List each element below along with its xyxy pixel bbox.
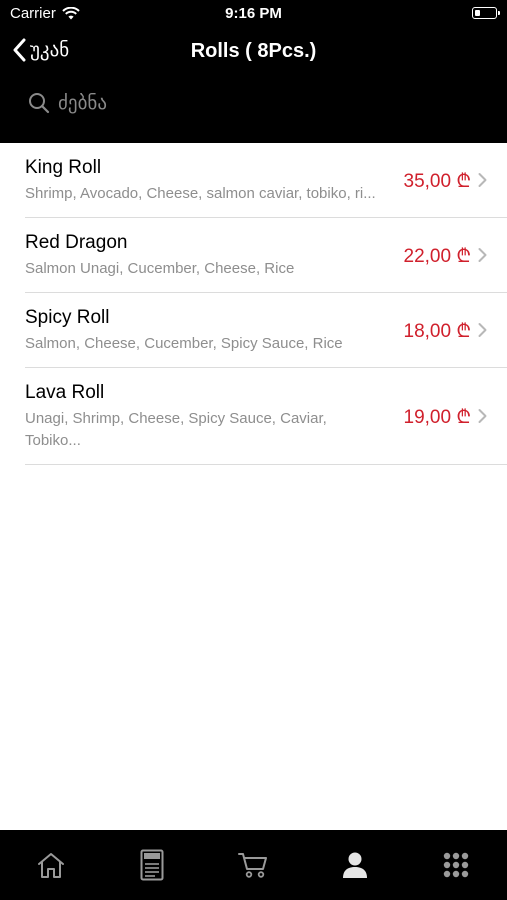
search-input[interactable]: ძებნა xyxy=(28,88,107,118)
item-price: 19,00 ₾ xyxy=(403,407,471,428)
list-item[interactable]: Red Dragon Salmon Unagi, Cucember, Chees… xyxy=(25,218,507,293)
item-price: 22,00 ₾ xyxy=(403,246,471,267)
cart-icon xyxy=(238,853,268,878)
search-placeholder: ძებნა xyxy=(58,92,107,114)
item-description: Shrimp, Avocado, Cheese, salmon caviar, … xyxy=(25,185,376,202)
tab-home[interactable] xyxy=(21,835,81,895)
item-price: 18,00 ₾ xyxy=(403,321,471,342)
list-item[interactable]: Lava Roll Unagi, Shrimp, Cheese, Spicy S… xyxy=(25,368,507,465)
tab-more[interactable] xyxy=(426,835,486,895)
status-bar: Carrier 9:16 PM xyxy=(0,0,507,30)
chevron-right-icon xyxy=(478,173,487,187)
list-item[interactable]: Spicy Roll Salmon, Cheese, Cucember, Spi… xyxy=(25,293,507,368)
chevron-right-icon xyxy=(478,323,487,337)
list-item[interactable]: King Roll Shrimp, Avocado, Cheese, salmo… xyxy=(25,143,507,218)
item-name: Lava Roll xyxy=(25,382,105,403)
grid-icon xyxy=(444,852,469,878)
item-description: Unagi, Shrimp, Cheese, Spicy Sauce, Cavi… xyxy=(25,410,327,449)
profile-icon xyxy=(342,852,367,878)
menu-list: King Roll Shrimp, Avocado, Cheese, salmo… xyxy=(0,143,507,465)
item-description: Salmon Unagi, Cucember, Cheese, Rice xyxy=(25,260,295,277)
tab-profile[interactable] xyxy=(325,835,385,895)
tab-cart[interactable] xyxy=(223,835,283,895)
tab-menu[interactable] xyxy=(122,835,182,895)
nav-bar: უკან Rolls ( 8Pcs.) xyxy=(0,34,507,72)
item-price: 35,00 ₾ xyxy=(403,171,471,192)
chevron-right-icon xyxy=(478,409,487,423)
home-icon xyxy=(37,853,64,878)
status-time: 9:16 PM xyxy=(225,5,282,22)
item-description: Salmon, Cheese, Cucember, Spicy Sauce, R… xyxy=(25,335,343,352)
search-icon xyxy=(29,93,50,114)
page-title: Rolls ( 8Pcs.) xyxy=(190,40,317,62)
header: Carrier 9:16 PM უკან Rolls ( 8Pcs.) ძებნ… xyxy=(0,0,507,143)
battery-icon xyxy=(472,7,500,19)
menu-icon xyxy=(140,849,164,881)
chevron-right-icon xyxy=(478,248,487,262)
tab-bar xyxy=(0,830,507,900)
